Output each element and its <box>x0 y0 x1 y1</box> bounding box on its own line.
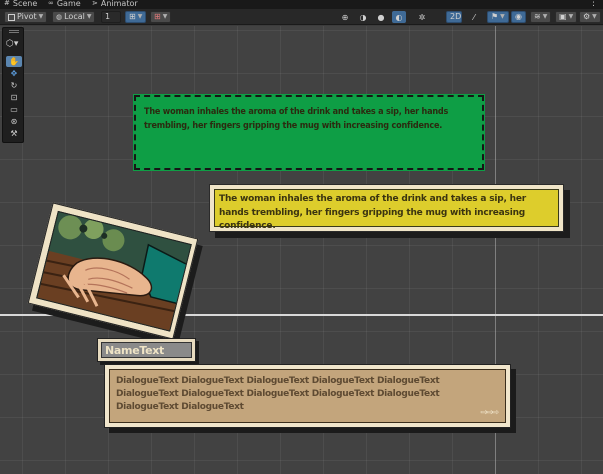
draw-mode-icon[interactable]: ⊕ <box>338 11 352 23</box>
layers-icon: ≋ <box>534 12 541 21</box>
grid-snap-button[interactable]: ⊞ ▼ <box>125 11 147 23</box>
next-arrow-icon[interactable]: ⇨⇨⇨ <box>480 408 499 418</box>
chevron-down-icon: ▼ <box>542 13 548 20</box>
chevron-down-icon: ▼ <box>137 13 143 20</box>
grid-icon: ⊞ <box>154 12 161 21</box>
grid-visibility-button[interactable]: ⊞ ▼ <box>150 11 172 23</box>
shading-solid-icon[interactable]: ● <box>374 11 388 23</box>
name-tag-inner: NameText <box>101 342 192 358</box>
pivot-icon <box>8 13 15 21</box>
audio-fx-button[interactable]: ⚑ ▼ <box>487 11 509 23</box>
name-text: NameText <box>105 344 165 357</box>
effects-icon: ⚑ <box>491 12 499 21</box>
camera-dropdown[interactable]: ▣ ▼ <box>555 11 578 23</box>
shading-wireframe-icon[interactable]: ◑ <box>356 11 370 23</box>
gizmos-dropdown[interactable]: ⚙ ▼ <box>579 11 601 23</box>
yellow-narration-inner: The woman inhales the aroma of the drink… <box>214 189 559 231</box>
dialogue-text: DialogueText DialogueText DialogueText D… <box>116 376 440 412</box>
window-tab-bar: # Scene ∞ Game ⋗ Animator ⋮ <box>0 0 603 9</box>
mode-2d-label: 2D <box>450 12 462 21</box>
green-narration-box[interactable]: The woman inhales the aroma of the drink… <box>134 95 484 170</box>
tab-game[interactable]: ∞ Game <box>48 0 81 9</box>
mode-2d-button[interactable]: 2D <box>446 11 462 23</box>
view-cube-icon[interactable]: ⬡▾ <box>6 39 18 49</box>
gamepad-icon: ∞ <box>48 0 54 7</box>
tab-game-label: Game <box>56 0 81 8</box>
gizmo-bug-icon[interactable]: ✲ <box>415 11 429 23</box>
chevron-down-icon: ▼ <box>162 13 168 20</box>
rotate-tool-icon[interactable]: ↻ <box>6 80 22 91</box>
chevron-down-icon: ▼ <box>500 13 505 20</box>
snap-grid-icon: ⊞ <box>129 12 136 21</box>
green-narration-text: The woman inhales the aroma of the drink… <box>144 107 449 131</box>
dialogue-inner: DialogueText DialogueText DialogueText D… <box>109 369 506 423</box>
hash-icon: # <box>4 0 10 7</box>
tab-animator[interactable]: ⋗ Animator <box>92 0 138 9</box>
chevron-down-icon: ▼ <box>38 13 44 20</box>
increment-snap-field[interactable]: 1 <box>101 11 121 23</box>
eye-icon: ◉ <box>515 12 522 21</box>
dialogue-box[interactable]: DialogueText DialogueText DialogueText D… <box>104 364 511 428</box>
gizmos-icon: ⚙ <box>583 12 591 21</box>
drag-handle[interactable] <box>9 30 19 33</box>
tab-animator-label: Animator <box>100 0 138 8</box>
local-dropdown[interactable]: ◍ Local ▼ <box>52 11 96 23</box>
scene-visibility-button[interactable]: ◉ <box>511 11 526 23</box>
custom-tool-icon[interactable]: ⚒ <box>6 128 22 139</box>
yellow-narration-text: The woman inhales the aroma of the drink… <box>219 194 526 231</box>
chevron-down-icon: ▼ <box>568 13 574 20</box>
tools-overlay: ⬡▾ ✋ ✥ ↻ ⊡ ▭ ⊛ ⚒ <box>2 27 24 143</box>
pivot-dropdown[interactable]: Pivot ▼ <box>4 11 48 23</box>
local-label: Local <box>64 12 85 21</box>
animator-icon: ⋗ <box>92 0 98 7</box>
global-icon: ◍ <box>56 13 63 21</box>
chevron-down-icon: ▼ <box>592 13 597 20</box>
yellow-narration-box[interactable]: The woman inhales the aroma of the drink… <box>209 184 564 232</box>
more-options-icon[interactable]: ⋮ <box>589 0 598 8</box>
transform-tool-icon[interactable]: ⊛ <box>6 116 22 127</box>
shading-textured-icon[interactable]: ◐ <box>392 11 406 23</box>
pivot-label: Pivot <box>17 12 37 21</box>
tab-scene-label: Scene <box>12 0 38 8</box>
rect-tool-icon[interactable]: ▭ <box>6 104 22 115</box>
name-tag[interactable]: NameText <box>97 338 196 362</box>
lighting-toggle-icon[interactable]: ⁄ <box>467 11 481 23</box>
layers-dropdown[interactable]: ≋ ▼ <box>530 11 552 23</box>
camera-icon: ▣ <box>559 12 567 21</box>
chevron-down-icon: ▼ <box>86 13 92 20</box>
move-tool-icon[interactable]: ✥ <box>6 68 22 79</box>
scale-tool-icon[interactable]: ⊡ <box>6 92 22 103</box>
scene-toolbar: Pivot ▼ ◍ Local ▼ 1 ⊞ ▼ ⊞ ▼ ⊕ ◑ ● ◐ ✲ 2D… <box>0 9 603 25</box>
hand-tool-icon[interactable]: ✋ <box>6 56 22 67</box>
tab-scene[interactable]: # Scene <box>4 0 37 9</box>
